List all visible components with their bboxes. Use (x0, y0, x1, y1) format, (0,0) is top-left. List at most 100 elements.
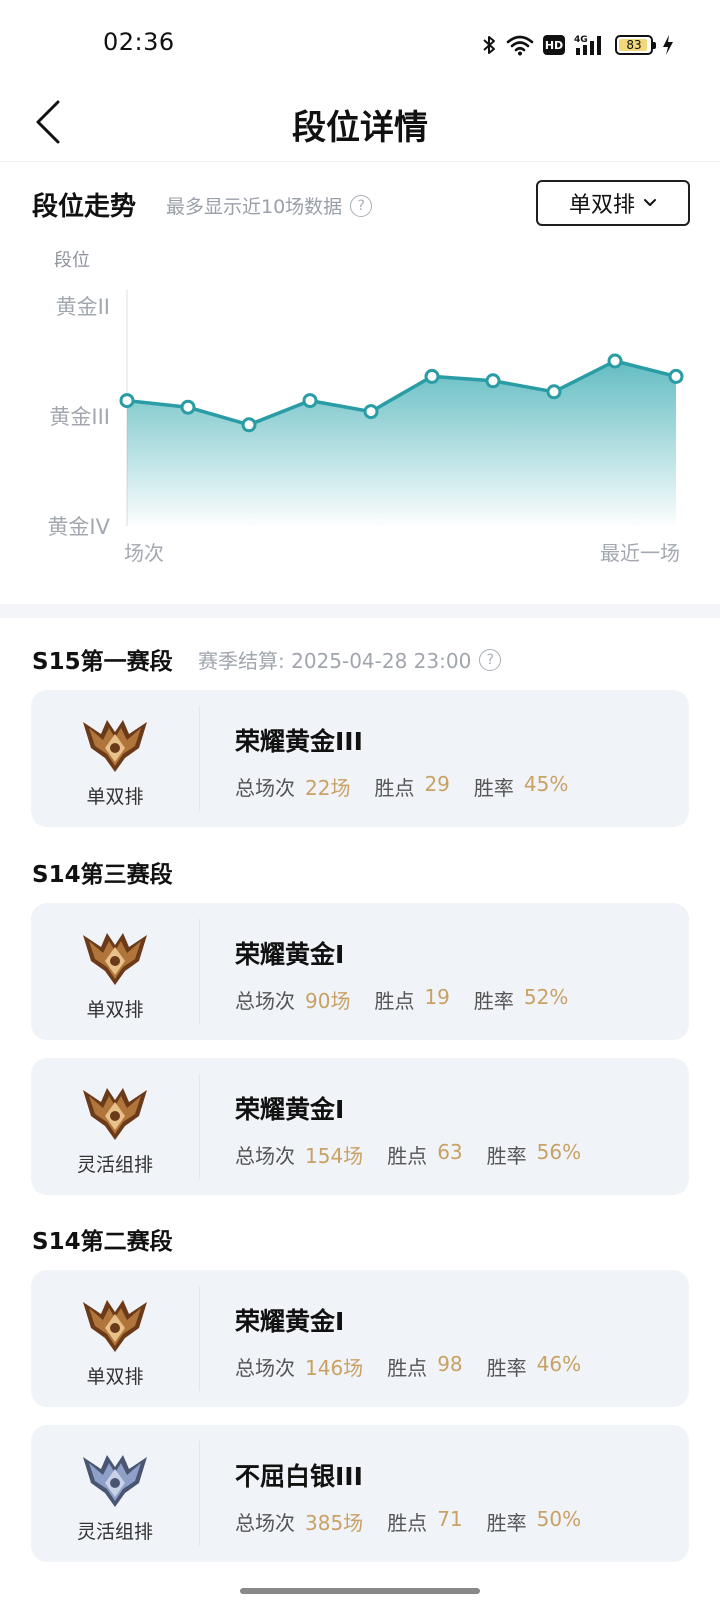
rank-card-left: 单双排 (31, 903, 199, 1040)
help-icon[interactable]: ? (350, 194, 373, 217)
chart-data-point[interactable] (363, 404, 379, 420)
points-value: 98 (437, 1352, 463, 1376)
rank-trend-chart: 段位 黄金II 黄金III 黄金IV 场次 最近一场 (47, 250, 684, 565)
status-time: 02:36 (103, 28, 175, 56)
chart-data-point[interactable] (119, 393, 135, 409)
page-title: 段位详情 (292, 108, 428, 148)
winrate-label: 胜率 (473, 776, 514, 800)
chart-x-start-label: 场次 (124, 541, 164, 565)
chart-ytick-label: 黄金III (49, 405, 110, 429)
chart-data-point[interactable] (607, 353, 623, 369)
section-divider (0, 604, 720, 618)
games-value: 22场 (305, 776, 351, 800)
queue-mode-dropdown[interactable]: 单双排 (536, 180, 690, 226)
rank-name: 不屈白银III (235, 1462, 363, 1491)
games-value: 146场 (305, 1356, 364, 1380)
queue-type-label: 灵活组排 (76, 1154, 153, 1176)
rank-name: 荣耀黄金III (235, 727, 363, 756)
season-settle-text: 赛季结算: 2025-04-28 23:00 (198, 649, 472, 673)
chart-data-point[interactable] (424, 368, 440, 384)
queue-type-label: 灵活组排 (76, 1521, 153, 1543)
hd-voice-icon: HD (543, 35, 565, 55)
winrate-label: 胜率 (486, 1511, 527, 1535)
rank-card[interactable]: 灵活组排 不屈白银III 总场次 385场 胜点 71 胜率 50% (31, 1425, 689, 1562)
season-title: S14第二赛段 (32, 1229, 173, 1255)
battery-level: 83 (626, 38, 642, 52)
season-title: S14第三赛段 (32, 862, 173, 888)
rank-card-left: 单双排 (31, 1270, 199, 1407)
winrate-value: 52% (523, 985, 569, 1009)
chart-data-point[interactable] (302, 393, 318, 409)
status-icons: HD 4G 83 (481, 30, 674, 60)
bluetooth-icon (483, 36, 495, 54)
chart-data-point[interactable] (485, 373, 501, 389)
card-divider (199, 1441, 200, 1546)
points-label: 胜点 (387, 1356, 428, 1380)
games-value: 385场 (305, 1511, 364, 1535)
signal-4g-icon: 4G (574, 35, 601, 55)
points-value: 29 (424, 772, 450, 796)
rank-stats: 总场次 154场 胜点 63 胜率 56% (235, 1140, 605, 1169)
winrate-value: 45% (523, 772, 569, 796)
queue-type-label: 单双排 (86, 999, 144, 1021)
rank-card-left: 灵活组排 (31, 1425, 199, 1562)
trend-title: 段位走势 (32, 192, 137, 222)
queue-type-label: 单双排 (86, 1366, 144, 1388)
chart-data-point[interactable] (180, 399, 196, 415)
rank-stats: 总场次 22场 胜点 29 胜率 45% (235, 772, 592, 801)
winrate-label: 胜率 (486, 1356, 527, 1380)
points-label: 胜点 (374, 776, 415, 800)
silver-rank-badge-icon (83, 1455, 147, 1507)
chart-data-point[interactable] (241, 417, 257, 433)
games-label: 总场次 (235, 776, 295, 800)
rank-name: 荣耀黄金I (235, 1307, 345, 1336)
card-divider (199, 1074, 200, 1179)
points-value: 19 (424, 985, 450, 1009)
rank-card[interactable]: 单双排 荣耀黄金III 总场次 22场 胜点 29 胜率 45% (31, 690, 689, 827)
rank-card[interactable]: 单双排 荣耀黄金I 总场次 146场 胜点 98 胜率 46% (31, 1270, 689, 1407)
winrate-label: 胜率 (486, 1144, 527, 1168)
chart-area (127, 361, 676, 526)
gold-rank-badge-icon (83, 1088, 147, 1140)
wifi-icon (506, 35, 534, 56)
rank-stats: 总场次 385场 胜点 71 胜率 50% (235, 1507, 605, 1536)
chart-ytick-label: 黄金IV (47, 515, 110, 539)
charging-icon (663, 35, 673, 55)
chevron-down-icon (644, 199, 656, 206)
chart-ytick-label: 黄金II (56, 295, 110, 319)
chart-data-point[interactable] (546, 384, 562, 400)
rank-card[interactable]: 单双排 荣耀黄金I 总场次 90场 胜点 19 胜率 52% (31, 903, 689, 1040)
rank-stats: 总场次 90场 胜点 19 胜率 52% (235, 985, 592, 1014)
chart-data-point[interactable] (668, 368, 684, 384)
rank-name: 荣耀黄金I (235, 1095, 345, 1124)
rank-stats: 总场次 146场 胜点 98 胜率 46% (235, 1352, 605, 1381)
points-value: 71 (437, 1507, 463, 1531)
trend-subtitle: 最多显示近10场数据 ? (166, 192, 373, 219)
card-divider (199, 706, 200, 811)
points-label: 胜点 (374, 989, 415, 1013)
games-label: 总场次 (235, 1511, 295, 1535)
games-value: 154场 (305, 1144, 364, 1168)
rank-name: 荣耀黄金I (235, 940, 345, 969)
status-bar: 02:36 HD 4G 83 (0, 0, 720, 90)
games-label: 总场次 (235, 989, 295, 1013)
gold-rank-badge-icon (83, 720, 147, 772)
points-label: 胜点 (387, 1511, 428, 1535)
winrate-value: 56% (536, 1140, 582, 1164)
winrate-value: 46% (536, 1352, 582, 1376)
queue-mode-label: 单双排 (568, 193, 635, 218)
home-indicator[interactable] (240, 1588, 480, 1594)
chart-x-end-label: 最近一场 (600, 541, 680, 565)
help-icon[interactable]: ? (479, 648, 502, 671)
gold-rank-badge-icon (83, 1300, 147, 1352)
rank-card-left: 单双排 (31, 690, 199, 827)
queue-type-label: 单双排 (86, 786, 144, 808)
games-value: 90场 (305, 989, 351, 1013)
points-label: 胜点 (387, 1144, 428, 1168)
card-divider (199, 1286, 200, 1391)
app-header: 段位详情 (0, 90, 720, 162)
rank-card-left: 灵活组排 (31, 1058, 199, 1195)
rank-card[interactable]: 灵活组排 荣耀黄金I 总场次 154场 胜点 63 胜率 56% (31, 1058, 689, 1195)
chart-ylabel: 段位 (54, 250, 90, 271)
games-label: 总场次 (235, 1356, 295, 1380)
